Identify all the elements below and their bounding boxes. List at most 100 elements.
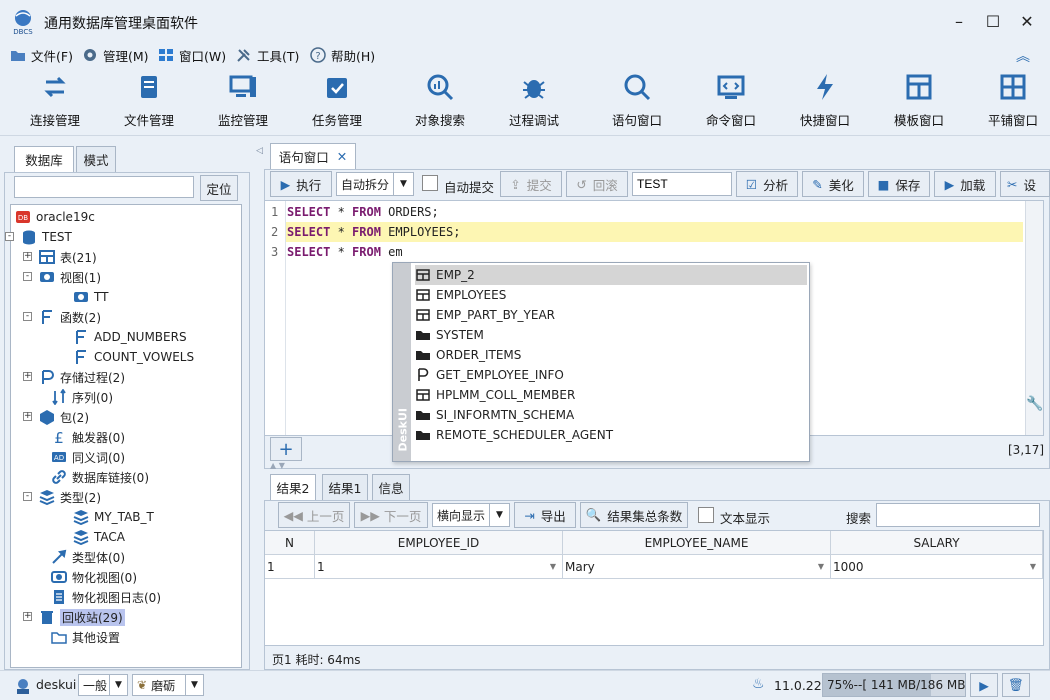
- table-cell[interactable]: 1: [265, 555, 315, 579]
- object-tree[interactable]: DB oracle19c - TEST + 表(21) - 视图(1) TT - 函数(2) ADD_…: [5, 204, 242, 668]
- column-header[interactable]: SALARY: [831, 531, 1043, 555]
- collapse-icon[interactable]: -: [5, 232, 14, 241]
- commit-button[interactable]: ⇪ 提交: [500, 171, 562, 197]
- table-cell[interactable]: Mary ▼: [563, 555, 831, 579]
- tree-node[interactable]: COUNT_VOWELS: [73, 347, 194, 367]
- split-mode-select[interactable]: 自动拆分 ▼: [336, 172, 414, 196]
- autocomplete-item[interactable]: EMP_PART_BY_YEAR: [415, 305, 807, 325]
- tree-node[interactable]: 其他设置: [51, 627, 120, 647]
- autocomplete-item[interactable]: REMOTE_SCHEDULER_AGENT: [415, 425, 807, 445]
- toolbar-quick-window-button[interactable]: 快捷窗口: [778, 72, 872, 132]
- load-button[interactable]: ▶ 加载: [934, 171, 996, 197]
- chevron-down-icon[interactable]: ▼: [550, 562, 556, 571]
- export-button[interactable]: ⇥ 导出: [514, 502, 576, 528]
- expand-icon[interactable]: +: [23, 612, 32, 621]
- beautify-button[interactable]: ✎ 美化: [802, 171, 864, 197]
- chevron-down-icon[interactable]: ▼: [1030, 562, 1036, 571]
- toolbar-monitor-button[interactable]: 监控管理: [196, 72, 290, 132]
- table-cell[interactable]: 1 ▼: [315, 555, 563, 579]
- autocomplete-item[interactable]: GET_EMPLOYEE_INFO: [415, 365, 807, 385]
- tab-result2[interactable]: 结果2: [270, 474, 316, 500]
- execute-button[interactable]: ▶ 执行: [270, 171, 332, 197]
- level-select[interactable]: 一般 ▼: [78, 674, 128, 696]
- chevron-down-icon[interactable]: ▼: [185, 675, 203, 695]
- tree-node[interactable]: 物化视图(0): [51, 567, 137, 587]
- expand-icon[interactable]: +: [23, 412, 32, 421]
- tree-node[interactable]: ADD_NUMBERS: [73, 327, 187, 347]
- tab-info[interactable]: 信息: [372, 474, 410, 500]
- autocomplete-item[interactable]: HPLMM_COLL_MEMBER: [415, 385, 807, 405]
- tree-node[interactable]: 数据库链接(0): [51, 467, 149, 487]
- minimize-button[interactable]: –: [946, 10, 972, 34]
- tree-node[interactable]: 类型(2): [39, 487, 101, 507]
- toolbar-tile-window-button[interactable]: 平铺窗口: [966, 72, 1050, 132]
- tab-schema[interactable]: 模式: [76, 146, 116, 172]
- collapse-icon[interactable]: -: [23, 272, 32, 281]
- autocomplete-item[interactable]: SI_INFORMTN_SCHEMA: [415, 405, 807, 425]
- chevron-down-icon[interactable]: ▼: [489, 504, 509, 526]
- toolbar-template-window-button[interactable]: 模板窗口: [872, 72, 966, 132]
- tab-sql-window[interactable]: 语句窗口 ✕: [270, 143, 356, 169]
- menu-help[interactable]: ? 帮助(H): [310, 44, 375, 66]
- schema-input[interactable]: [632, 172, 732, 196]
- tab-result1[interactable]: 结果1: [322, 474, 368, 500]
- tree-node[interactable]: DB oracle19c: [15, 207, 95, 227]
- column-header[interactable]: N: [265, 531, 315, 555]
- chevron-down-icon[interactable]: ▼: [818, 562, 824, 571]
- tab-database[interactable]: 数据库: [14, 146, 74, 172]
- column-header[interactable]: EMPLOYEE_NAME: [563, 531, 831, 555]
- tree-node[interactable]: 回收站(29): [39, 607, 125, 627]
- menu-tools[interactable]: 工具(T): [236, 44, 299, 66]
- autocomplete-popup[interactable]: DeskUI EMP_2 EMPLOYEES EMP_PART_BY_YEAR SYS…: [392, 262, 810, 462]
- analyze-button[interactable]: ☑ 分析: [736, 171, 798, 197]
- tree-search-input[interactable]: [14, 176, 194, 198]
- theme-select[interactable]: ❦ 磨砺 ▼: [132, 674, 204, 696]
- splitter-handle[interactable]: ▲ ▼: [270, 461, 285, 470]
- tree-node[interactable]: TACA: [73, 527, 125, 547]
- tree-node[interactable]: £ 触发器(0): [51, 427, 125, 447]
- column-header[interactable]: EMPLOYEE_ID: [315, 531, 563, 555]
- code-line[interactable]: SELECT * FROM EMPLOYEES;: [287, 225, 460, 239]
- code-line[interactable]: SELECT * FROM ORDERS;: [287, 205, 439, 219]
- expand-icon[interactable]: +: [23, 372, 32, 381]
- tree-node[interactable]: 物化视图日志(0): [51, 587, 161, 607]
- toolbar-connection-button[interactable]: 连接管理: [8, 72, 102, 132]
- tree-node[interactable]: TEST: [21, 227, 72, 247]
- toolbar-debug-button[interactable]: 过程调试: [487, 72, 581, 132]
- autocomplete-item[interactable]: EMP_2: [415, 265, 807, 285]
- autocomplete-item[interactable]: EMPLOYEES: [415, 285, 807, 305]
- chevron-down-icon[interactable]: ▼: [109, 675, 127, 695]
- add-button[interactable]: +: [270, 437, 302, 461]
- tree-node[interactable]: 包(2): [39, 407, 89, 427]
- toolbar-file-button[interactable]: 文件管理: [102, 72, 196, 132]
- autocommit-checkbox[interactable]: [422, 175, 438, 191]
- close-button[interactable]: ✕: [1014, 10, 1040, 34]
- prev-page-button[interactable]: ◀◀ 上一页: [278, 502, 350, 528]
- collapse-icon[interactable]: -: [23, 312, 32, 321]
- close-tab-icon[interactable]: ✕: [337, 149, 347, 164]
- text-display-checkbox[interactable]: [698, 507, 714, 523]
- tree-node[interactable]: 视图(1): [39, 267, 101, 287]
- autocomplete-item[interactable]: ORDER_ITEMS: [415, 345, 807, 365]
- toolbar-sql-window-button[interactable]: 语句窗口: [590, 72, 684, 132]
- table-cell[interactable]: 1000 ▼: [831, 555, 1043, 579]
- results-table[interactable]: N EMPLOYEE_ID EMPLOYEE_NAME SALARY 1 1 ▼ Mary ▼ 1…: [264, 530, 1044, 646]
- tree-node[interactable]: 序列(0): [51, 387, 113, 407]
- settings-button[interactable]: ✂ 设: [1000, 171, 1050, 197]
- result-count-button[interactable]: 🔍 结果集总条数: [580, 502, 688, 528]
- tree-node[interactable]: MY_TAB_T: [73, 507, 154, 527]
- chevron-down-icon[interactable]: ▼: [393, 173, 413, 195]
- next-page-button[interactable]: ▶▶ 下一页: [354, 502, 428, 528]
- maximize-button[interactable]: ☐: [980, 10, 1006, 34]
- trash-button[interactable]: 🗑: [1002, 673, 1030, 697]
- wrench-icon[interactable]: 🔧: [1026, 396, 1043, 412]
- expand-icon[interactable]: +: [23, 252, 32, 261]
- save-button[interactable]: ■ 保存: [868, 171, 930, 197]
- display-mode-select[interactable]: 横向显示 ▼: [432, 503, 510, 527]
- menu-window[interactable]: 窗口(W): [158, 44, 226, 66]
- tree-node[interactable]: TT: [73, 287, 108, 307]
- autocomplete-item[interactable]: SYSTEM: [415, 325, 807, 345]
- collapse-icon[interactable]: ︽: [1016, 46, 1030, 66]
- menu-file[interactable]: 文件(F): [10, 44, 73, 66]
- collapse-left-icon[interactable]: ◁: [256, 146, 263, 156]
